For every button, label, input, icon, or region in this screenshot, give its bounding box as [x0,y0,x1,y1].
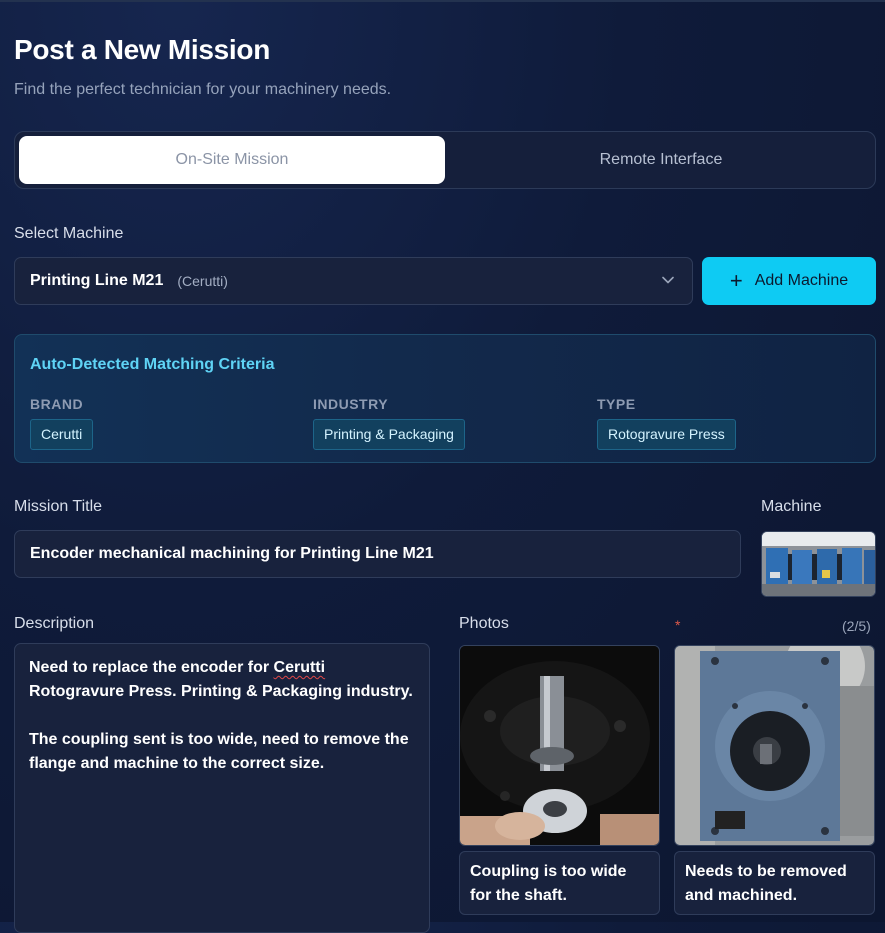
description-paragraph-2: The coupling sent is too wide, need to r… [29,731,409,772]
criteria-industry: INDUSTRY Printing & Packaging [313,396,465,450]
tab-remote-interface[interactable]: Remote Interface [449,136,873,184]
photo-2[interactable] [674,645,875,846]
photo-1-caption[interactable]: Coupling is too wide for the shaft. [459,851,660,915]
page-title: Post a New Mission [14,34,270,65]
mission-title-label: Mission Title [14,498,103,515]
criteria-industry-heading: INDUSTRY [313,396,389,412]
description-textarea[interactable]: Need to replace the encoder for Cerutti … [14,643,430,933]
criteria-type: TYPE Rotogravure Press [597,396,736,450]
photo-count: (2/5) [842,618,871,634]
matching-criteria-panel: Auto-Detected Matching Criteria BRAND Ce… [14,334,876,463]
description-paragraph-1: Need to replace the encoder for Cerutti … [29,656,415,704]
machine-thumb-label: Machine [761,498,822,515]
chevron-down-icon [662,276,674,284]
top-divider [0,0,885,2]
criteria-title: Auto-Detected Matching Criteria [30,356,275,373]
coupling-photo [460,646,659,845]
tab-on-site-mission[interactable]: On-Site Mission [19,136,445,184]
machine-select-value: Printing Line M21 [30,272,164,289]
photo-2-caption[interactable]: Needs to be removed and machined. [674,851,875,915]
description-text-part: Need to replace the encoder for [29,659,274,676]
select-machine-label: Select Machine [14,225,124,242]
machine-select-brand: (Cerutti) [177,273,228,289]
description-label: Description [14,615,95,632]
printing-press-image [762,532,875,596]
criteria-brand: BRAND Cerutti [30,396,94,450]
machine-select[interactable]: Printing Line M21 (Cerutti) [14,257,693,305]
plus-icon: + [729,268,743,293]
motor-flange-photo [675,646,874,845]
type-chip: Rotogravure Press [597,419,736,450]
brand-chip: Cerutti [30,419,94,450]
add-machine-button[interactable]: + Add Machine [702,257,876,305]
photos-label: Photos [459,615,509,632]
criteria-type-heading: TYPE [597,396,636,412]
photo-1[interactable] [459,645,660,846]
spellcheck-flagged-word: Cerutti [273,659,326,676]
industry-chip: Printing & Packaging [313,419,465,450]
add-machine-label: Add Machine [754,272,849,289]
description-text-part: Rotogravure Press. Printing & Packaging … [29,683,413,700]
mission-title-input[interactable]: Encoder mechanical machining for Printin… [14,530,741,578]
criteria-brand-heading: BRAND [30,396,84,412]
machine-thumbnail[interactable] [761,531,876,597]
page-subtitle: Find the perfect technician for your mac… [14,81,392,98]
mission-type-tabs: On-Site Mission Remote Interface [14,131,876,189]
required-marker: * [675,617,681,633]
